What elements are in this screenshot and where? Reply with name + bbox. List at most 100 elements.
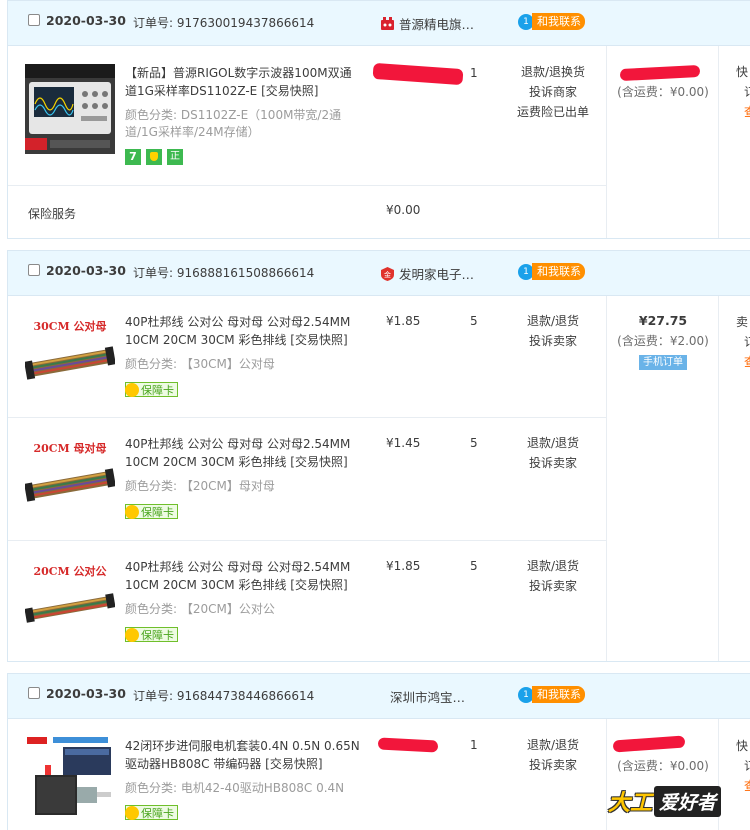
order-checkbox[interactable] — [28, 264, 40, 276]
product-thumbnail-cable[interactable]: 20CM 母对母 — [25, 432, 115, 522]
thumbnail-caption: 30CM 公对母 — [33, 320, 107, 333]
product-title-link[interactable]: 【新品】普源RIGOL数字示波器100M双通道1G采样率DS1102Z-E [交… — [125, 64, 363, 100]
shipping-fee: (含运费：¥0.00) — [617, 759, 709, 773]
order-status: 快 订 查 — [736, 62, 750, 122]
divider — [606, 719, 607, 830]
product-thumbnail-cable[interactable]: 30CM 公对母 — [25, 310, 115, 400]
product-title-link[interactable]: 40P杜邦线 公对公 母对母 公对母2.54MM 10CM 20CM 30CM … — [125, 558, 363, 594]
shop-link[interactable]: 金 发明家电子… — [380, 264, 474, 283]
shop-name: 普源精电旗… — [399, 17, 475, 32]
cable-image — [25, 593, 115, 623]
guarantee-card-label: 保障卡 — [141, 806, 174, 820]
complain-seller-link[interactable]: 投诉卖家 — [508, 755, 598, 775]
status-text: 快 — [736, 739, 749, 753]
contact-seller-button[interactable]: 1 和我联系 — [518, 13, 585, 30]
complain-seller-link[interactable]: 投诉卖家 — [508, 331, 598, 351]
product-spec: 颜色分类: 【20CM】公对公 — [125, 602, 275, 616]
order-checkbox[interactable] — [28, 687, 40, 699]
redacted-total — [619, 64, 701, 82]
flower-icon — [125, 627, 139, 642]
guarantee-card-label: 保障卡 — [141, 505, 174, 519]
order-item-row: 20CM 母对母 40P杜邦线 公对公 母对母 公对母2.54MM 10CM 2… — [8, 418, 606, 541]
seven-day-return-icon[interactable]: 7 — [125, 149, 141, 165]
gold-seller-icon: 金 — [381, 266, 394, 281]
total-amount: ¥27.75 — [638, 313, 688, 328]
complain-merchant-link[interactable]: 投诉商家 — [508, 82, 598, 102]
divider — [606, 296, 607, 661]
view-logistics-link[interactable]: 查 — [744, 102, 750, 122]
flower-icon — [125, 504, 139, 519]
complain-seller-link[interactable]: 投诉卖家 — [508, 453, 598, 473]
order-item-row: 30CM 公对母 40P杜邦线 公对公 母对母 公对母2.54MM 10CM 2… — [8, 296, 606, 418]
guarantee-card-badge[interactable]: 保障卡 — [125, 504, 178, 519]
divider — [606, 46, 607, 238]
product-thumbnail-cable[interactable]: 20CM 公对公 — [25, 555, 115, 645]
refund-return-link[interactable]: 退款/退货 — [508, 735, 598, 755]
shipping-fee: (含运费：¥2.00) — [617, 334, 709, 348]
view-logistics-link[interactable]: 查 — [744, 776, 750, 796]
watermark-part1: 大工 — [608, 791, 653, 816]
order-detail-link[interactable]: 订 — [744, 756, 750, 776]
guarantee-card-badge[interactable]: 保障卡 — [125, 382, 178, 397]
refund-exchange-link[interactable]: 退款/退换货 — [508, 62, 598, 82]
order-detail-link[interactable]: 订 — [744, 332, 750, 352]
contact-seller-button[interactable]: 1 和我联系 — [518, 263, 585, 280]
item-quantity: 5 — [470, 436, 478, 450]
shop-link[interactable]: 普源精电旗… — [380, 14, 474, 33]
shop-name: 发明家电子… — [399, 267, 475, 282]
refund-return-link[interactable]: 退款/退货 — [508, 433, 598, 453]
item-actions: 退款/退货 投诉卖家 — [508, 556, 598, 596]
item-actions: 退款/退货 投诉卖家 — [508, 735, 598, 775]
item-actions: 退款/退换货 投诉商家 运费险已出单 — [508, 62, 598, 122]
product-title-link[interactable]: 42闭环步进伺服电机套装0.4N 0.5N 0.65N 驱动器HB808C 带编… — [125, 737, 363, 773]
order-status: 快 订 查 — [736, 736, 750, 796]
product-title-link[interactable]: 40P杜邦线 公对公 母对母 公对母2.54MM 10CM 20CM 30CM … — [125, 313, 363, 349]
divider — [718, 296, 719, 661]
order-date: 2020-03-30 — [46, 263, 126, 278]
order-number: 订单号: 917630019437866614 — [133, 16, 315, 30]
complain-seller-link[interactable]: 投诉卖家 — [508, 576, 598, 596]
item-price: ¥1.85 — [386, 559, 421, 573]
redacted-price — [372, 62, 464, 86]
order-item-row: 【新品】普源RIGOL数字示波器100M双通道1G采样率DS1102Z-E [交… — [8, 46, 606, 186]
status-text: 快 — [736, 65, 749, 79]
shop-link[interactable]: 深圳市鸿宝… — [390, 687, 465, 706]
order-checkbox[interactable] — [28, 14, 40, 26]
cable-image — [25, 468, 115, 502]
refund-return-link[interactable]: 退款/退货 — [508, 311, 598, 331]
insurance-row: 保险服务 ¥0.00 — [8, 186, 606, 239]
guarantee-card-label: 保障卡 — [141, 628, 174, 642]
product-thumbnail-motor[interactable] — [25, 735, 115, 825]
mobile-order-badge: 手机订单 — [639, 355, 687, 370]
guarantee-card-badge[interactable]: 保障卡 — [125, 627, 178, 642]
guarantee-card-badge[interactable]: 保障卡 — [125, 805, 178, 820]
product-spec: 颜色分类: 电机42-40驱动HB808C 0.4N — [125, 781, 345, 795]
redacted-price — [377, 737, 439, 753]
flower-icon — [125, 805, 139, 820]
insurance-price: ¥0.00 — [386, 203, 421, 217]
redacted-total — [612, 735, 686, 753]
item-actions: 退款/退货 投诉卖家 — [508, 433, 598, 473]
product-title-link[interactable]: 40P杜邦线 公对公 母对母 公对母2.54MM 10CM 20CM 30CM … — [125, 435, 363, 471]
order-item-row: 20CM 公对公 40P杜邦线 公对公 母对母 公对母2.54MM 10CM 2… — [8, 541, 606, 662]
view-logistics-link[interactable]: 查 — [744, 352, 750, 372]
item-price: ¥1.45 — [386, 436, 421, 450]
product-thumbnail-oscilloscope[interactable] — [25, 64, 115, 154]
insurance-service-label: 保险服务 — [28, 207, 77, 221]
order-card: 2020-03-30 订单号: 916888161508866614 金 发明家… — [7, 250, 750, 662]
svg-text:金: 金 — [384, 270, 391, 279]
tmall-store-icon — [381, 16, 394, 30]
order-status: 卖 订 查 — [736, 312, 750, 372]
thumbnail-caption: 20CM 公对公 — [33, 565, 107, 578]
product-spec: 颜色分类: 【30CM】公对母 — [125, 357, 275, 371]
genuine-guarantee-icon[interactable]: 正 — [167, 149, 183, 165]
order-detail-link[interactable]: 订 — [744, 82, 750, 102]
product-spec: 颜色分类: DS1102Z-E（100M带宽/2通道/1G采样率/24M存储） — [125, 108, 342, 139]
refund-return-link[interactable]: 退款/退货 — [508, 556, 598, 576]
status-text: 卖 — [736, 315, 749, 329]
guarantee-shield-icon[interactable] — [146, 149, 162, 165]
item-quantity: 1 — [470, 738, 478, 752]
contact-seller-button[interactable]: 1 和我联系 — [518, 686, 585, 703]
item-quantity: 5 — [470, 559, 478, 573]
flower-icon — [125, 382, 139, 397]
